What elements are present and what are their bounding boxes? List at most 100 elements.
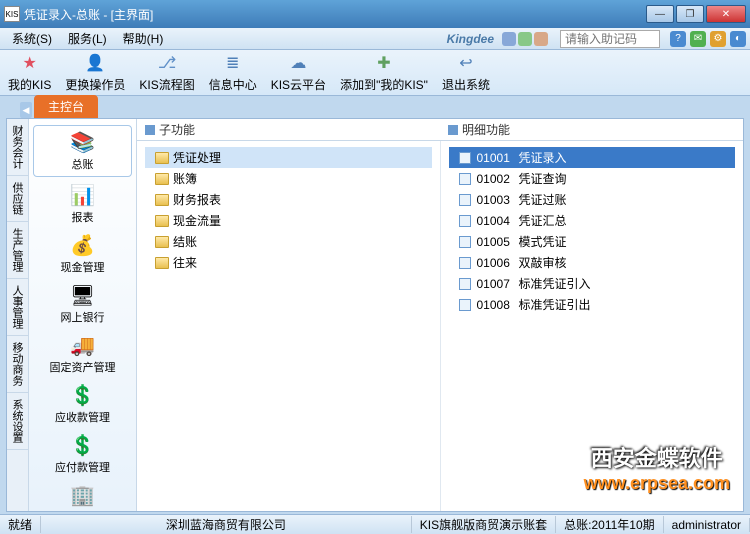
tool-icon[interactable]: ◐ bbox=[730, 31, 746, 47]
vertical-tab[interactable]: 移动商务 bbox=[7, 336, 28, 393]
sub-function-header: 子功能 bbox=[137, 119, 440, 140]
square-icon bbox=[145, 125, 155, 135]
check-icon bbox=[459, 194, 471, 206]
menu-system[interactable]: 系统(S) bbox=[6, 28, 58, 49]
sub-function-label: 凭证处理 bbox=[173, 149, 221, 166]
sub-function-item[interactable]: 现金流量 bbox=[145, 210, 432, 231]
toolbar-icon: ≣ bbox=[222, 52, 244, 74]
toolbar-icon: ★ bbox=[19, 52, 41, 74]
status-user: administrator bbox=[664, 518, 750, 532]
sub-function-panel: 凭证处理账簿财务报表现金流量结账往来 bbox=[137, 141, 441, 511]
sub-function-item[interactable]: 账簿 bbox=[145, 168, 432, 189]
tool-icon[interactable]: ✉ bbox=[690, 31, 706, 47]
tool-icon[interactable]: ⚙ bbox=[710, 31, 726, 47]
status-account: KIS旗舰版商贸演示账套 bbox=[412, 516, 556, 533]
status-ready: 就绪 bbox=[0, 516, 41, 533]
nav-item[interactable]: 💰现金管理 bbox=[29, 229, 136, 279]
detail-label: 标准凭证引出 bbox=[519, 296, 591, 313]
check-icon bbox=[459, 299, 471, 311]
menu-service[interactable]: 服务(L) bbox=[62, 28, 113, 49]
tool-icon[interactable]: ? bbox=[670, 31, 686, 47]
detail-function-header: 明细功能 bbox=[440, 119, 743, 140]
sub-function-item[interactable]: 财务报表 bbox=[145, 189, 432, 210]
search-input[interactable] bbox=[560, 30, 660, 48]
tab-prev-button[interactable]: ◀ bbox=[20, 102, 32, 118]
toolbar-item[interactable]: ⎇KIS流程图 bbox=[139, 52, 194, 93]
sub-function-item[interactable]: 凭证处理 bbox=[145, 147, 432, 168]
tab-strip: ◀ 主控台 bbox=[0, 96, 750, 118]
toolbar-icon: ✚ bbox=[373, 52, 395, 74]
toolbar-item[interactable]: ↩ 退出系统 bbox=[442, 52, 490, 93]
vertical-tabs: 财务会计供应链生产管理人事管理移动商务系统设置 bbox=[7, 119, 29, 511]
maximize-button[interactable]: ❐ bbox=[676, 5, 704, 23]
brand-logo: Kingdee bbox=[447, 32, 494, 46]
folder-icon bbox=[155, 152, 169, 164]
app-icon: KIS bbox=[4, 6, 20, 22]
nav-item[interactable]: 📊报表 bbox=[29, 179, 136, 229]
nav-icon: 💲 bbox=[67, 383, 99, 407]
check-icon bbox=[459, 236, 471, 248]
brand-icon[interactable] bbox=[534, 32, 548, 46]
detail-code: 01004 bbox=[477, 214, 513, 228]
detail-label: 凭证录入 bbox=[519, 149, 567, 166]
nav-label: 应收款管理 bbox=[55, 409, 110, 425]
workspace: 财务会计供应链生产管理人事管理移动商务系统设置 📚总账📊报表💰现金管理 🖥 网上银行… bbox=[6, 118, 744, 512]
nav-label: 实际成本 bbox=[61, 509, 105, 511]
nav-icon: 💲 bbox=[67, 433, 99, 457]
toolbar: ★我的KIS 👤更换操作员 ⎇KIS流程图 ≣ 信息中心 ☁KIS云平台 ✚ 添加到"我的KI… bbox=[0, 50, 750, 96]
sub-function-item[interactable]: 往来 bbox=[145, 252, 432, 273]
nav-icon: 🖥 bbox=[67, 283, 99, 307]
brand-icon[interactable] bbox=[518, 32, 532, 46]
folder-icon bbox=[155, 257, 169, 269]
check-icon bbox=[459, 215, 471, 227]
vertical-tab[interactable]: 财务会计 bbox=[7, 119, 28, 176]
toolbar-label: 信息中心 bbox=[209, 76, 257, 93]
titlebar: KIS 凭证录入-总账 - [主界面] — ❐ ✕ bbox=[0, 0, 750, 28]
toolbar-label: 添加到"我的KIS" bbox=[340, 76, 428, 93]
toolbar-icon: ⎇ bbox=[156, 52, 178, 74]
nav-icon: 💰 bbox=[67, 233, 99, 257]
detail-label: 凭证查询 bbox=[519, 170, 567, 187]
toolbar-label: 退出系统 bbox=[442, 76, 490, 93]
sub-function-label: 现金流量 bbox=[173, 212, 221, 229]
vertical-tab[interactable]: 系统设置 bbox=[7, 393, 28, 450]
nav-item[interactable]: 💲应付款管理 bbox=[29, 429, 136, 479]
close-button[interactable]: ✕ bbox=[706, 5, 746, 23]
toolbar-icon: ☁ bbox=[287, 52, 309, 74]
detail-function-item[interactable]: 01002凭证查询 bbox=[449, 168, 736, 189]
brand-icons bbox=[502, 32, 548, 46]
vertical-tab[interactable]: 生产管理 bbox=[7, 222, 28, 279]
detail-function-item[interactable]: 01008标准凭证引出 bbox=[449, 294, 736, 315]
detail-function-item[interactable]: 01007标准凭证引入 bbox=[449, 273, 736, 294]
menu-help[interactable]: 帮助(H) bbox=[117, 28, 170, 49]
nav-label: 网上银行 bbox=[61, 309, 105, 325]
nav-item[interactable]: 🖥 网上银行 bbox=[29, 279, 136, 329]
detail-code: 01001 bbox=[477, 151, 513, 165]
brand-icon[interactable] bbox=[502, 32, 516, 46]
vertical-tab[interactable]: 供应链 bbox=[7, 176, 28, 222]
nav-item[interactable]: 🏢 实际成本 bbox=[29, 479, 136, 511]
toolbar-item[interactable]: ✚ 添加到"我的KIS" bbox=[340, 52, 428, 93]
sub-function-label: 结账 bbox=[173, 233, 197, 250]
nav-item[interactable]: 💲 应收款管理 bbox=[29, 379, 136, 429]
vertical-tab[interactable]: 人事管理 bbox=[7, 279, 28, 336]
toolbar-item[interactable]: 👤更换操作员 bbox=[65, 52, 125, 93]
toolbar-item[interactable]: ★我的KIS bbox=[8, 52, 51, 93]
nav-item[interactable]: 🚚固定资产管理 bbox=[29, 329, 136, 379]
nav-icon: 🏢 bbox=[67, 483, 99, 507]
detail-function-item[interactable]: 01005模式凭证 bbox=[449, 231, 736, 252]
detail-function-item[interactable]: 01003凭证过账 bbox=[449, 189, 736, 210]
status-period: 总账:2011年10期 bbox=[556, 516, 664, 533]
detail-function-item[interactable]: 01001 凭证录入 bbox=[449, 147, 736, 168]
nav-icon: 🚚 bbox=[67, 333, 99, 357]
tab-main[interactable]: 主控台 bbox=[34, 95, 98, 118]
detail-code: 01005 bbox=[477, 235, 513, 249]
nav-item[interactable]: 📚总账 bbox=[33, 125, 132, 177]
minimize-button[interactable]: — bbox=[646, 5, 674, 23]
toolbar-item[interactable]: ≣ 信息中心 bbox=[209, 52, 257, 93]
sub-function-item[interactable]: 结账 bbox=[145, 231, 432, 252]
toolbar-icon: ↩ bbox=[455, 52, 477, 74]
detail-function-item[interactable]: 01006双敲审核 bbox=[449, 252, 736, 273]
detail-function-item[interactable]: 01004凭证汇总 bbox=[449, 210, 736, 231]
toolbar-item[interactable]: ☁KIS云平台 bbox=[271, 52, 326, 93]
